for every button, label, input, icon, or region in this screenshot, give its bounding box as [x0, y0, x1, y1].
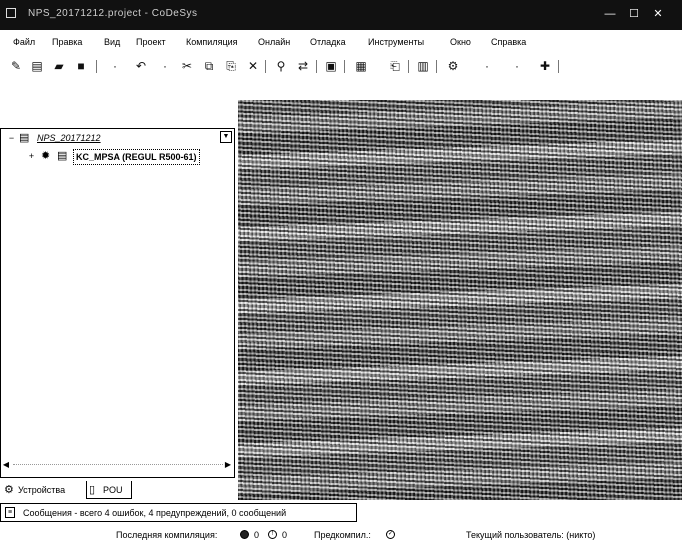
toolbar: ✎ ▤ ▰ ■ · ↶ · ✂ ⧉ ⎘ ✕ ⚲ ⇄ ▣ ▦ ⎗ ▥ ⚙ · · … — [0, 56, 682, 78]
messages-summary: Сообщения - всего 4 ошибок, 4 предупрежд… — [23, 508, 287, 518]
toolbar-separator — [408, 60, 409, 73]
messages-icon: ≡ — [5, 507, 15, 518]
minimize-button[interactable]: — — [602, 6, 618, 22]
cut-icon[interactable]: ✂ — [180, 59, 194, 73]
paste-icon[interactable]: ⎘ — [224, 59, 238, 73]
editor-area[interactable] — [238, 100, 682, 500]
toolbar-separator — [265, 60, 266, 73]
title-bar: NPS_20171212.project - CoDeSys — ☐ ✕ — [0, 0, 682, 30]
copy-icon[interactable]: ⧉ — [202, 59, 216, 73]
menu-tools[interactable]: Инструменты — [368, 37, 424, 47]
device-icon: ▤ — [57, 150, 68, 162]
toolbar-separator — [344, 60, 345, 73]
panel-tabs: ⚙ Устройства ▯ POU — [0, 481, 235, 499]
tab-devices[interactable]: ⚙ Устройства — [2, 481, 84, 499]
stop-icon[interactable]: · — [510, 59, 524, 73]
precompile-status-icon: ✓ — [386, 530, 395, 539]
menu-help[interactable]: Справка — [491, 37, 526, 47]
scrollbar-track[interactable] — [13, 464, 223, 467]
redo-icon[interactable]: · — [158, 59, 172, 73]
new-file-icon[interactable]: ▤ — [30, 59, 44, 73]
tree-device-label[interactable]: KC_MPSA (REGUL R500-61) — [73, 149, 200, 165]
warning-icon: ! — [268, 530, 277, 539]
select-all-icon[interactable]: ▣ — [324, 59, 338, 73]
chevron-down-icon[interactable]: ▼ — [220, 131, 232, 143]
tools-icon[interactable]: ✚ — [538, 59, 552, 73]
toolbar-separator — [316, 60, 317, 73]
current-user: Текущий пользователь: (никто) — [466, 530, 596, 540]
devices-icon: ⚙ — [4, 484, 14, 496]
error-icon — [240, 530, 249, 539]
warning-count: 0 — [282, 530, 288, 540]
menu-bar: Файл Правка Вид Проект Компиляция Онлайн… — [0, 34, 682, 52]
tree-row-root[interactable]: − ▤ NPS_20171212 — [5, 131, 231, 147]
menu-edit[interactable]: Правка — [52, 37, 82, 47]
precompile-label: Предкомпил.: — [314, 530, 371, 540]
tree-root-label[interactable]: NPS_20171212 — [37, 131, 101, 145]
messages-bar[interactable]: ≡ Сообщения - всего 4 ошибок, 4 предупре… — [0, 503, 357, 522]
menu-build[interactable]: Компиляция — [186, 37, 238, 47]
new-project-icon[interactable]: ✎ — [9, 59, 23, 73]
last-compile-label: Последняя компиляция: — [116, 530, 218, 540]
tab-pou-label: POU — [103, 485, 123, 495]
toolbar-separator — [96, 60, 97, 73]
collapse-icon[interactable]: − — [7, 134, 16, 143]
login-icon[interactable]: ⚙ — [446, 59, 460, 73]
tab-pou[interactable]: ▯ POU — [86, 481, 132, 499]
status-bar: Последняя компиляция: 0 ! 0 Предкомпил.:… — [0, 526, 682, 545]
toolbar-separator — [558, 60, 559, 73]
add-object-icon[interactable]: ⎗ — [388, 59, 402, 73]
undo-icon[interactable]: ↶ — [134, 59, 148, 73]
maximize-button[interactable]: ☐ — [626, 6, 642, 22]
app-icon — [6, 8, 16, 18]
tree-row-device[interactable]: + ✹ ▤ KC_MPSA (REGUL R500-61) — [5, 149, 231, 165]
window-title: NPS_20171212.project - CoDeSys — [28, 8, 198, 19]
close-button[interactable]: ✕ — [650, 6, 666, 22]
replace-icon[interactable]: ⇄ — [296, 59, 310, 73]
build-icon[interactable]: ▥ — [416, 59, 430, 73]
save-icon[interactable]: ■ — [74, 59, 88, 73]
expand-icon[interactable]: + — [27, 152, 36, 161]
browse-icon[interactable]: ▦ — [354, 59, 368, 73]
find-icon[interactable]: ⚲ — [274, 59, 288, 73]
tab-devices-label: Устройства — [18, 485, 66, 495]
device-tree-panel: − ▤ NPS_20171212 ▼ + ✹ ▤ KC_MPSA (REGUL … — [0, 128, 235, 478]
scroll-right-icon[interactable]: ▶ — [223, 459, 233, 471]
pou-icon: ▯ — [89, 484, 96, 496]
device-status-icon: ✹ — [41, 150, 51, 162]
menu-debug[interactable]: Отладка — [310, 37, 346, 47]
project-icon: ▤ — [19, 132, 30, 144]
print-icon[interactable]: · — [108, 59, 122, 73]
menu-file[interactable]: Файл — [13, 37, 35, 47]
delete-icon[interactable]: ✕ — [246, 59, 260, 73]
horizontal-scrollbar[interactable]: ◀ ▶ — [1, 459, 236, 471]
scroll-left-icon[interactable]: ◀ — [1, 459, 11, 471]
open-icon[interactable]: ▰ — [52, 59, 66, 73]
menu-view[interactable]: Вид — [104, 37, 120, 47]
toolbar-separator — [436, 60, 437, 73]
menu-online[interactable]: Онлайн — [258, 37, 290, 47]
start-icon[interactable]: · — [480, 59, 494, 73]
menu-project[interactable]: Проект — [136, 37, 166, 47]
error-count: 0 — [254, 530, 260, 540]
menu-window[interactable]: Окно — [450, 37, 471, 47]
